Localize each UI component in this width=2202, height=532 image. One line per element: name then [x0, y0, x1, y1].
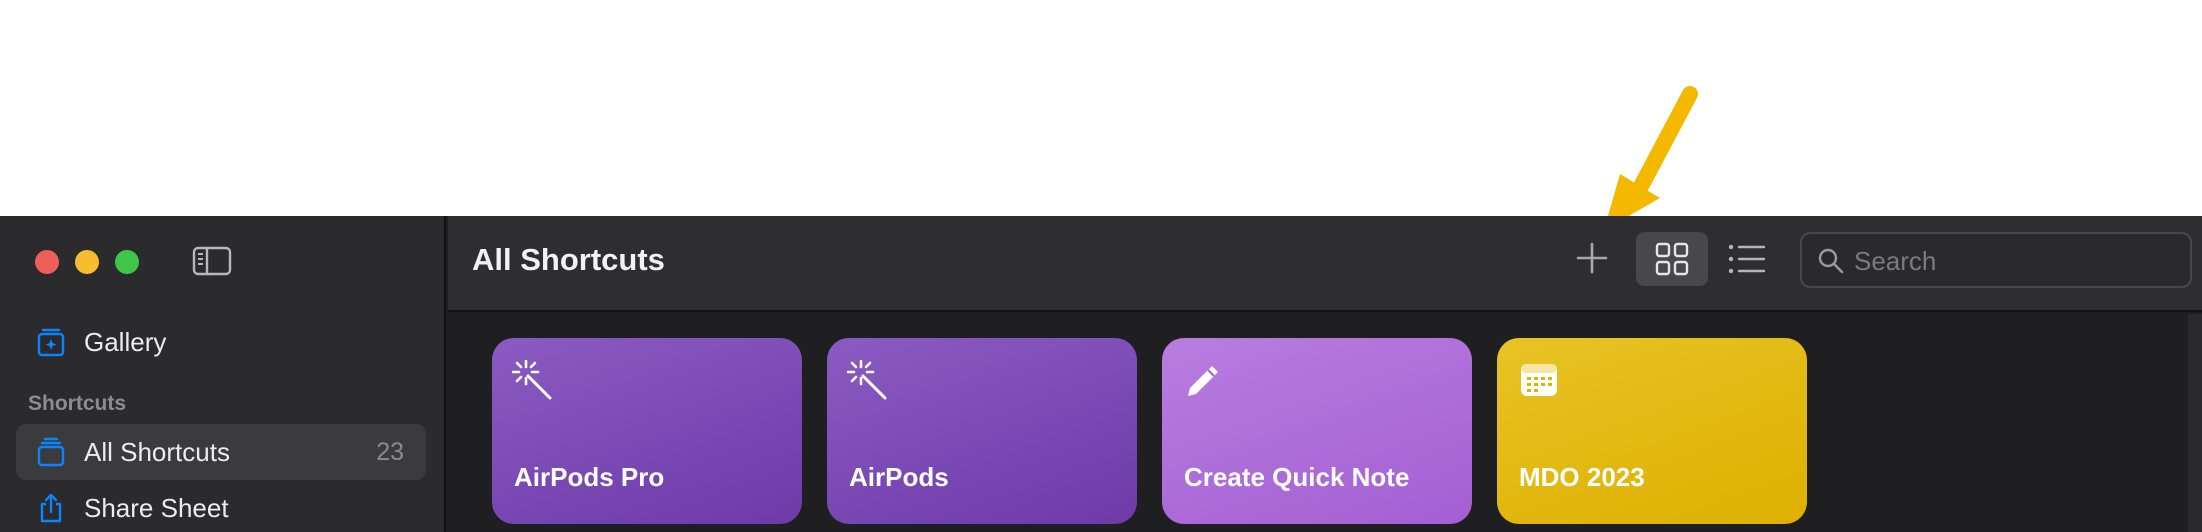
sidebar-section-header: Shortcuts	[28, 392, 127, 415]
list-view-button[interactable]	[1712, 232, 1784, 286]
toolbar: All Shortcuts	[448, 216, 2202, 312]
shortcut-name: AirPods	[849, 462, 949, 492]
page-title: All Shortcuts	[472, 242, 665, 277]
magic-wand-icon	[512, 359, 552, 400]
view-mode-segmented-control	[1636, 232, 1786, 286]
shortcut-card-airpods[interactable]: AirPods	[827, 338, 1137, 524]
sidebar-item-label: All Shortcuts	[84, 436, 230, 467]
sidebar-item-count: 23	[376, 437, 404, 466]
shortcut-card-airpods-pro[interactable]: AirPods Pro	[492, 338, 802, 524]
stack-icon	[37, 437, 65, 467]
sidebar: Gallery Shortcuts All Shortcuts 23 Share…	[0, 216, 446, 532]
gallery-icon	[37, 328, 65, 357]
close-window-button[interactable]	[35, 250, 59, 274]
sidebar-item-share-sheet[interactable]: Share Sheet	[16, 480, 426, 532]
scrollbar[interactable]	[2188, 314, 2202, 532]
sidebar-item-label: Gallery	[84, 326, 167, 357]
grid-view-button[interactable]	[1636, 232, 1708, 286]
search-field[interactable]	[1800, 232, 2192, 288]
list-icon	[1728, 244, 1766, 274]
calendar-icon	[1521, 364, 1557, 396]
shortcuts-window: Gallery Shortcuts All Shortcuts 23 Share…	[0, 216, 2202, 532]
shortcut-name: MDO 2023	[1519, 462, 1645, 492]
grid-icon	[1655, 242, 1689, 276]
sidebar-item-label: Share Sheet	[84, 492, 229, 523]
sidebar-item-all-shortcuts[interactable]: All Shortcuts 23	[16, 424, 426, 480]
shortcut-card-create-quick-note[interactable]: Create Quick Note	[1162, 338, 1472, 524]
search-input[interactable]	[1854, 242, 2174, 280]
sidebar-toggle-icon[interactable]	[192, 246, 232, 276]
search-icon	[1818, 248, 1844, 274]
sidebar-item-gallery[interactable]: Gallery	[16, 314, 426, 370]
plus-icon[interactable]	[1570, 236, 1614, 280]
share-icon	[40, 493, 62, 523]
shortcut-name: AirPods Pro	[514, 462, 665, 492]
minimize-window-button[interactable]	[75, 250, 99, 274]
magic-wand-icon	[847, 359, 887, 400]
shortcut-name: Create Quick Note	[1184, 462, 1410, 492]
zoom-window-button[interactable]	[115, 250, 139, 274]
shortcut-card-mdo-2023[interactable]: MDO 2023	[1497, 338, 1807, 524]
pencil-icon	[1188, 366, 1218, 396]
